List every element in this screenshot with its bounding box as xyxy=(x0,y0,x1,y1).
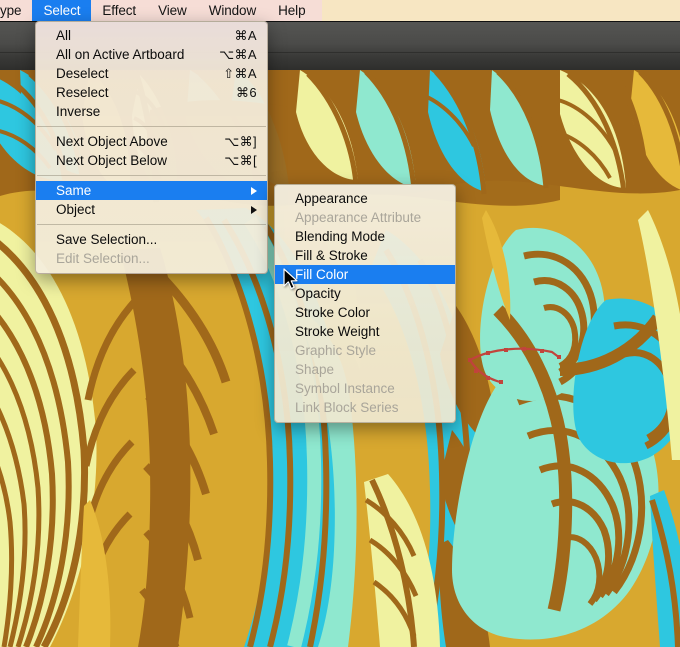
menu-separator xyxy=(37,175,266,176)
submenu-item-shape: Shape xyxy=(275,360,455,379)
submenu-item-appearance-attribute: Appearance Attribute xyxy=(275,208,455,227)
menu-help[interactable]: Help xyxy=(267,0,316,21)
submenu-item-stroke-color[interactable]: Stroke Color xyxy=(275,303,455,322)
select-dropdown-menu: All ⌘A All on Active Artboard ⌥⌘A Desele… xyxy=(35,21,268,274)
submenu-item-link-block-series: Link Block Series xyxy=(275,398,455,417)
menu-item-all[interactable]: All ⌘A xyxy=(36,26,267,45)
submenu-arrow-icon xyxy=(251,206,257,214)
menu-item-edit-selection: Edit Selection... xyxy=(36,249,267,268)
menu-item-next-object-above[interactable]: Next Object Above ⌥⌘] xyxy=(36,132,267,151)
submenu-item-opacity[interactable]: Opacity xyxy=(275,284,455,303)
menu-window[interactable]: Window xyxy=(198,0,267,21)
menu-item-object[interactable]: Object xyxy=(36,200,267,219)
menu-bar: ype Select Effect View Window Help xyxy=(0,0,680,21)
menu-view[interactable]: View xyxy=(147,0,198,21)
menu-item-all-on-active-artboard[interactable]: All on Active Artboard ⌥⌘A xyxy=(36,45,267,64)
submenu-arrow-icon xyxy=(251,187,257,195)
menu-item-next-object-below[interactable]: Next Object Below ⌥⌘[ xyxy=(36,151,267,170)
menu-item-inverse[interactable]: Inverse xyxy=(36,102,267,121)
submenu-item-graphic-style: Graphic Style xyxy=(275,341,455,360)
submenu-item-fill-and-stroke[interactable]: Fill & Stroke xyxy=(275,246,455,265)
menu-item-deselect[interactable]: Deselect ⇧⌘A xyxy=(36,64,267,83)
same-submenu: Appearance Appearance Attribute Blending… xyxy=(274,184,456,423)
submenu-item-symbol-instance: Symbol Instance xyxy=(275,379,455,398)
menu-effect[interactable]: Effect xyxy=(91,0,147,21)
menu-type[interactable]: ype xyxy=(0,0,32,21)
menu-separator xyxy=(37,126,266,127)
submenu-item-fill-color[interactable]: Fill Color xyxy=(275,265,455,284)
submenu-item-appearance[interactable]: Appearance xyxy=(275,189,455,208)
submenu-item-blending-mode[interactable]: Blending Mode xyxy=(275,227,455,246)
menu-select[interactable]: Select xyxy=(32,0,91,21)
menu-item-reselect[interactable]: Reselect ⌘6 xyxy=(36,83,267,102)
menu-bar-items: ype Select Effect View Window Help xyxy=(0,0,316,21)
submenu-item-stroke-weight[interactable]: Stroke Weight xyxy=(275,322,455,341)
menu-separator xyxy=(37,224,266,225)
menu-item-save-selection[interactable]: Save Selection... xyxy=(36,230,267,249)
menu-item-same[interactable]: Same xyxy=(36,181,267,200)
